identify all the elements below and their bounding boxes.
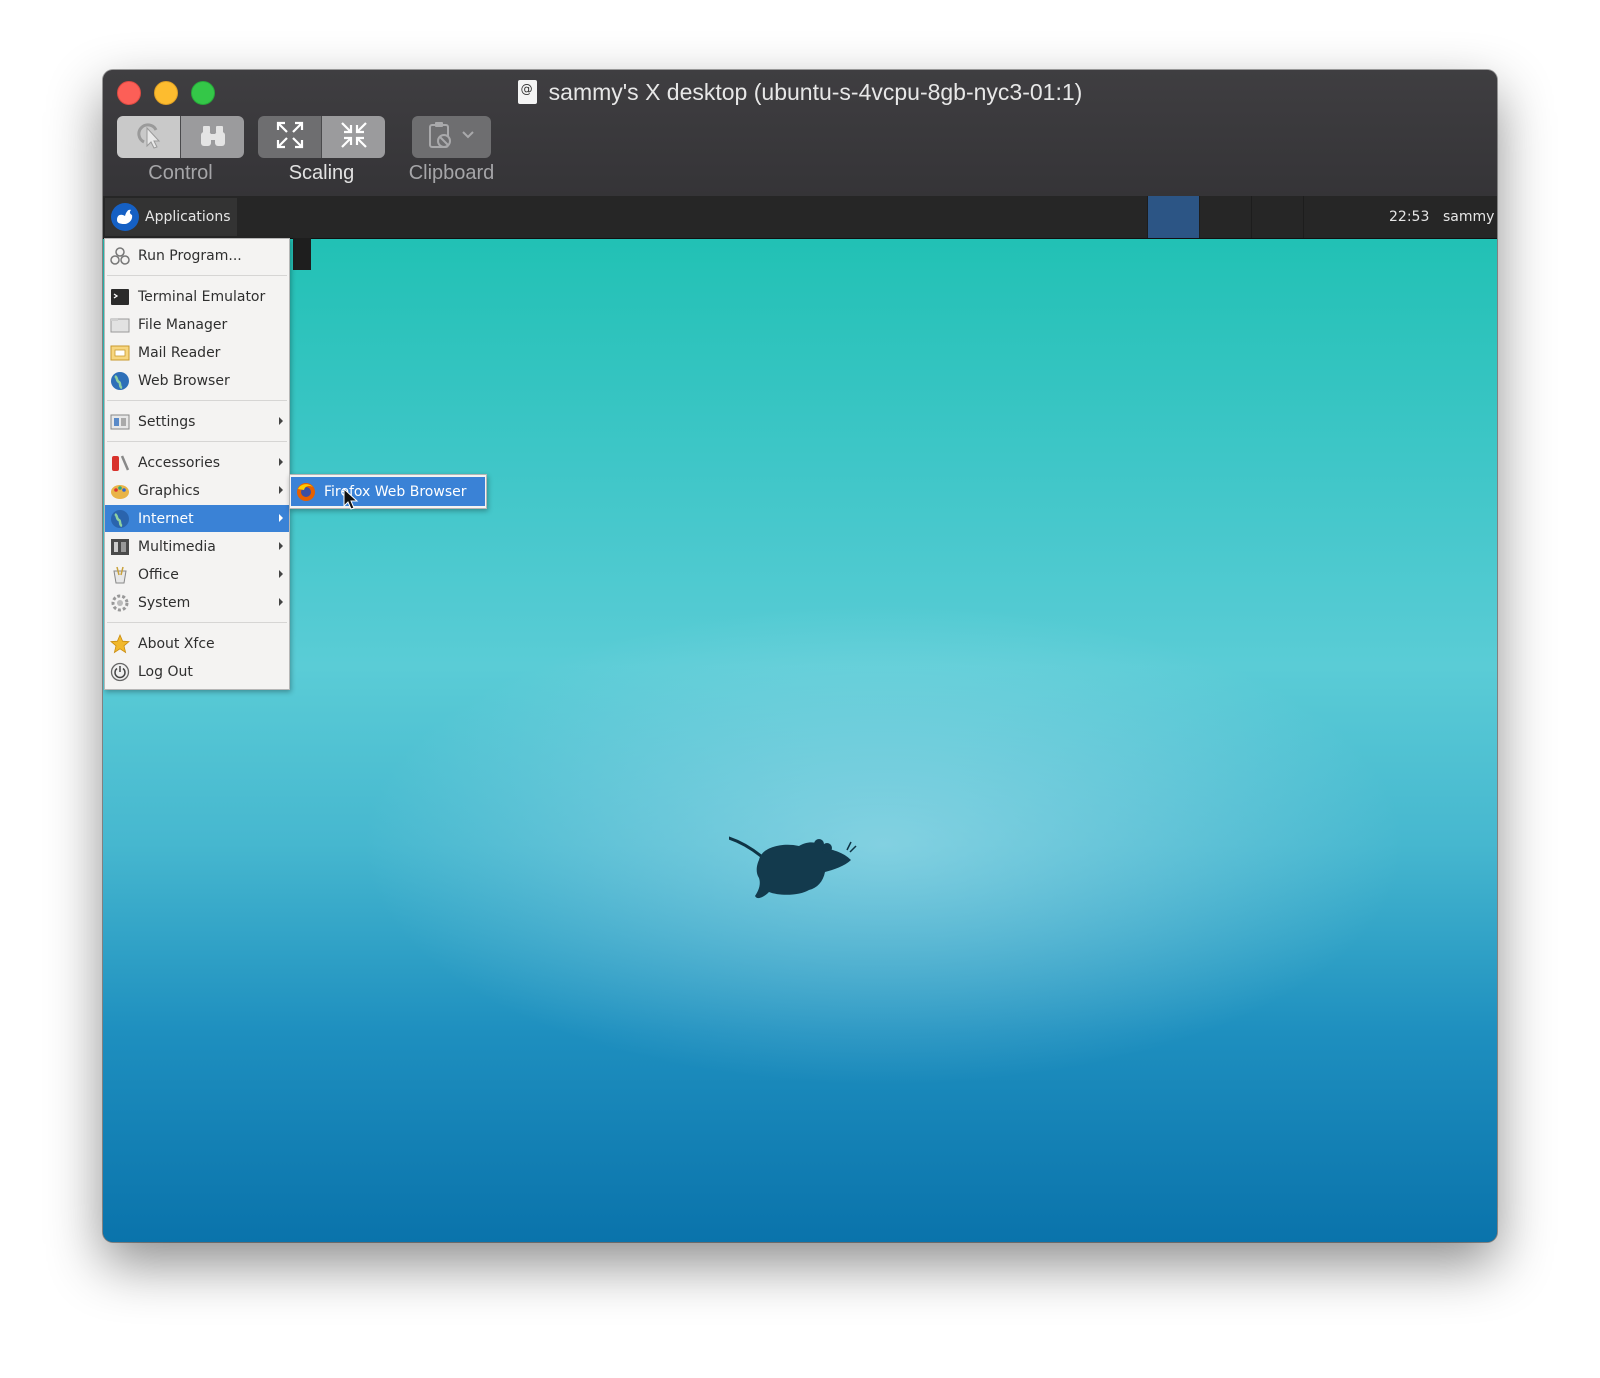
submenu-arrow-icon <box>279 542 283 550</box>
menu-item-file-manager[interactable]: File Manager <box>105 311 289 338</box>
control-view-only-button[interactable] <box>181 116 244 158</box>
workspace-1[interactable] <box>1147 196 1199 238</box>
graphics-icon <box>110 481 130 501</box>
menu-item-label: Terminal Emulator <box>138 288 266 305</box>
mouse-cursor-icon <box>343 488 359 510</box>
scaling-label: Scaling <box>288 162 355 184</box>
xfce-top-panel: Applications 22:53 sammy <box>103 196 1497 239</box>
menu-item-label: Log Out <box>138 663 193 680</box>
mail-icon <box>110 343 130 363</box>
vnc-viewer-window: sammy's X desktop (ubuntu-s-4vcpu-8gb-ny… <box>103 70 1497 1242</box>
submenu-arrow-icon <box>279 458 283 466</box>
applications-menu-button[interactable]: Applications <box>105 198 237 236</box>
title-toolbar: sammy's X desktop (ubuntu-s-4vcpu-8gb-ny… <box>103 70 1497 197</box>
control-pointer-button[interactable] <box>117 116 180 158</box>
scaling-group <box>258 116 385 158</box>
globe-icon <box>110 371 130 391</box>
settings-icon <box>110 412 130 432</box>
menu-item-label: Settings <box>138 413 196 430</box>
applications-label: Applications <box>145 209 231 225</box>
xfce-logo-icon <box>111 203 139 231</box>
menu-item-multimedia[interactable]: Multimedia <box>105 533 289 560</box>
power-icon <box>110 662 130 682</box>
menu-item-label: System <box>138 594 191 611</box>
submenu-arrow-icon <box>279 598 283 606</box>
menu-item-run-program[interactable]: Run Program... <box>105 242 289 269</box>
submenu-arrow-icon <box>279 486 283 494</box>
panel-fragment <box>293 238 311 270</box>
control-group <box>117 116 244 158</box>
file-manager-icon <box>110 315 130 335</box>
clipboard-icon <box>424 120 480 154</box>
firefox-icon <box>296 482 316 502</box>
menu-item-terminal-emulator[interactable]: Terminal Emulator <box>105 283 289 310</box>
menu-item-log-out[interactable]: Log Out <box>105 658 289 685</box>
xfce-mouse-wallpaper-icon <box>729 836 857 899</box>
multimedia-icon <box>110 537 130 557</box>
submenu-arrow-icon <box>279 570 283 578</box>
office-icon <box>110 565 130 585</box>
menu-item-system[interactable]: System <box>105 589 289 616</box>
workspace-2[interactable] <box>1199 196 1251 238</box>
star-icon <box>109 633 131 654</box>
menu-item-accessories[interactable]: Accessories <box>105 449 289 476</box>
scaling-shrink-button[interactable] <box>322 116 385 158</box>
menu-item-web-browser[interactable]: Web Browser <box>105 367 289 394</box>
menu-item-label: Mail Reader <box>138 344 221 361</box>
workspace-3[interactable] <box>1251 196 1303 238</box>
terminal-icon <box>110 287 130 307</box>
binoculars-icon <box>198 120 228 154</box>
clipboard-label: Clipboard <box>408 162 495 184</box>
menu-item-label: Office <box>138 566 179 583</box>
internet-icon <box>110 509 130 529</box>
menu-item-label: Run Program... <box>138 247 242 264</box>
applications-menu: Run Program... Terminal Emulator File Ma… <box>104 238 290 690</box>
pointer-icon <box>134 120 164 154</box>
menu-item-graphics[interactable]: Graphics <box>105 477 289 504</box>
menu-item-label: Accessories <box>138 454 221 471</box>
menu-item-label: Graphics <box>138 482 200 499</box>
submenu-arrow-icon <box>279 417 283 425</box>
submenu-arrow-icon <box>279 514 283 522</box>
menu-item-about-xfce[interactable]: About Xfce <box>105 630 289 657</box>
expand-icon <box>274 119 306 155</box>
menu-item-label: Web Browser <box>138 372 230 389</box>
scaling-fit-button[interactable] <box>258 116 321 158</box>
menu-item-settings[interactable]: Settings <box>105 408 289 435</box>
run-program-icon <box>110 246 130 266</box>
internet-submenu: Firefox Web Browser <box>289 474 487 509</box>
clock[interactable]: 22:53 <box>1389 196 1429 238</box>
shrink-icon <box>338 119 370 155</box>
workspace-4[interactable] <box>1303 196 1355 238</box>
menu-item-office[interactable]: Office <box>105 561 289 588</box>
menu-item-internet[interactable]: Internet <box>105 505 289 532</box>
clipboard-dropdown-button[interactable] <box>412 116 491 158</box>
window-title-bar: sammy's X desktop (ubuntu-s-4vcpu-8gb-ny… <box>103 76 1497 106</box>
menu-item-label: Multimedia <box>138 538 216 555</box>
menu-item-label: Internet <box>138 510 194 527</box>
accessories-icon <box>110 453 130 473</box>
menu-item-label: File Manager <box>138 316 228 333</box>
vnc-document-icon <box>517 79 537 104</box>
system-icon <box>110 593 130 613</box>
menu-item-label: About Xfce <box>138 635 215 652</box>
remote-desktop[interactable]: Applications 22:53 sammy Run Program... <box>103 196 1497 1242</box>
menu-item-firefox-web-browser[interactable]: Firefox Web Browser <box>291 477 485 506</box>
window-title: sammy's X desktop (ubuntu-s-4vcpu-8gb-ny… <box>548 78 1083 105</box>
menu-item-mail-reader[interactable]: Mail Reader <box>105 339 289 366</box>
user-name[interactable]: sammy <box>1443 196 1494 238</box>
control-label: Control <box>148 162 213 184</box>
clipboard-group <box>412 116 491 158</box>
